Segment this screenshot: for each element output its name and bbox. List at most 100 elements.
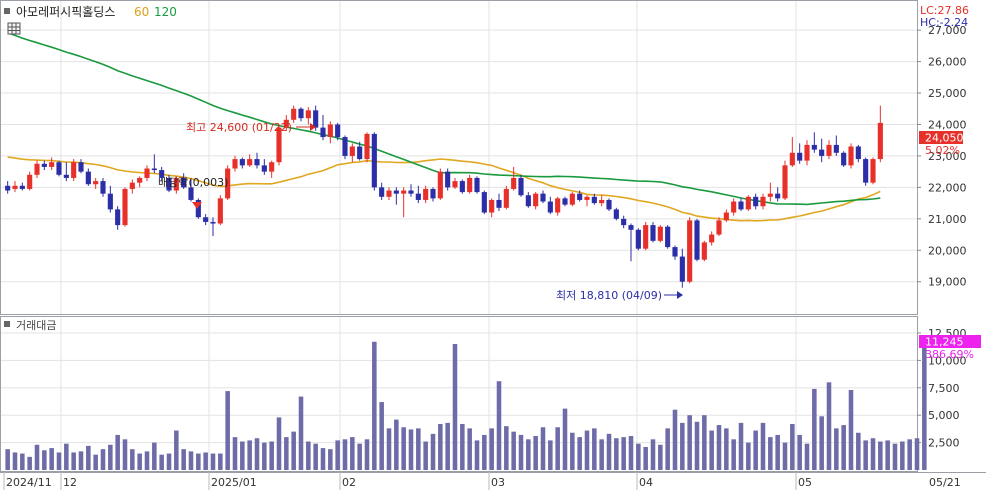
volume-bar: [760, 422, 766, 470]
volume-tick-label: 5,000: [928, 409, 960, 422]
candle: [606, 198, 612, 211]
volume-bar: [78, 451, 84, 470]
candle: [195, 198, 201, 219]
candle-body: [41, 163, 47, 167]
candle-body: [261, 165, 267, 172]
candle-body: [188, 187, 194, 200]
candle-body: [85, 171, 91, 185]
volume-bar: [49, 448, 54, 470]
candle-body: [533, 193, 539, 207]
candle-body: [5, 185, 11, 191]
candle: [863, 157, 869, 186]
candle-body: [826, 144, 832, 156]
candle: [569, 192, 575, 207]
candle-body: [364, 133, 370, 160]
volume-bar: [254, 438, 260, 470]
volume-bar: [819, 416, 824, 470]
volume-bar: [636, 443, 641, 470]
candle-body: [430, 188, 436, 199]
candle-body: [694, 220, 700, 260]
candle-body: [474, 177, 480, 193]
volume-bar: [584, 430, 590, 470]
candle: [643, 221, 649, 251]
candle-body: [452, 181, 458, 188]
volume-bar: [775, 434, 780, 470]
candle-body: [423, 188, 429, 200]
volume-bar: [672, 409, 678, 470]
volume-bar: [533, 436, 538, 470]
volume-bar: [496, 381, 502, 470]
volume-bar: [628, 436, 634, 470]
volume-bar: [452, 343, 458, 470]
stock-chart[interactable]: 19,00020,00021,00022,00023,00024,00025,0…: [0, 0, 986, 490]
price-tick-label: 25,000: [928, 87, 967, 100]
candle-body: [679, 256, 685, 282]
candle-body: [584, 196, 590, 200]
candle-body: [467, 177, 473, 193]
candle-body: [203, 217, 209, 222]
volume-bar: [650, 439, 656, 470]
volume-bar: [188, 451, 194, 470]
volume-bar: [166, 453, 172, 470]
low-label: 최저 18,810 (04/09): [556, 289, 662, 302]
candle-body: [731, 201, 737, 213]
volume-bar: [430, 433, 436, 470]
current-volume-change-label: 386.69%: [925, 348, 974, 361]
date-tick-label: 05: [798, 476, 812, 489]
candle-body: [291, 108, 297, 120]
candle-body: [437, 171, 443, 199]
candle-body: [657, 226, 663, 241]
candle: [342, 135, 348, 160]
volume-bar: [643, 446, 648, 470]
hc-label: HC:-2.24: [920, 16, 968, 29]
price-tick-label: 20,000: [928, 244, 967, 257]
candle-body: [115, 209, 121, 226]
volume-bar: [27, 456, 32, 470]
high-label: 최고 24,600 (01/22): [186, 121, 292, 134]
candle-body: [401, 190, 407, 194]
volume-bar: [518, 434, 524, 470]
candle-body: [569, 193, 575, 205]
volume-bar: [335, 440, 340, 470]
candle-body: [877, 122, 883, 160]
volume-bar: [379, 402, 384, 470]
volume-bar: [614, 438, 619, 470]
candle-body: [63, 174, 69, 178]
candle-body: [19, 185, 25, 189]
candle-body: [56, 162, 62, 175]
candle: [122, 187, 128, 227]
volume-bar: [540, 427, 546, 470]
volume-bar: [386, 428, 392, 470]
volume-bar: [599, 439, 604, 470]
volume-bar: [804, 443, 810, 470]
candle: [71, 159, 77, 182]
candle-body: [562, 198, 568, 205]
volume-bar: [203, 452, 208, 470]
volume-bar: [834, 428, 839, 470]
volume-bar: [687, 415, 692, 470]
volume-bar: [716, 425, 722, 470]
grid-toggle-icon[interactable]: [7, 22, 21, 35]
volume-bar: [408, 429, 414, 470]
price-tick-label: 24,000: [928, 118, 967, 131]
candle-body: [27, 174, 33, 189]
volume-bar: [577, 437, 582, 470]
stock-name-label[interactable]: 아모레퍼시픽홀딩스: [16, 5, 115, 19]
candle-body: [415, 193, 421, 200]
volume-bar: [870, 438, 876, 470]
candle-body: [650, 225, 656, 241]
candle-body: [489, 199, 495, 213]
candle-body: [496, 199, 502, 208]
candle-body: [269, 162, 275, 172]
price-tick-label: 21,000: [928, 213, 967, 226]
volume-bar: [144, 451, 150, 470]
dividend-label: 배당락(0,003): [158, 176, 228, 189]
candle-body: [738, 201, 744, 210]
volume-bar: [342, 439, 348, 470]
candle-body: [591, 196, 597, 204]
volume-bar: [555, 427, 560, 470]
candle: [459, 179, 465, 194]
price-tick-label: 22,000: [928, 181, 967, 194]
candle-body: [701, 242, 707, 260]
current-change-label: 5.02%: [925, 144, 960, 157]
